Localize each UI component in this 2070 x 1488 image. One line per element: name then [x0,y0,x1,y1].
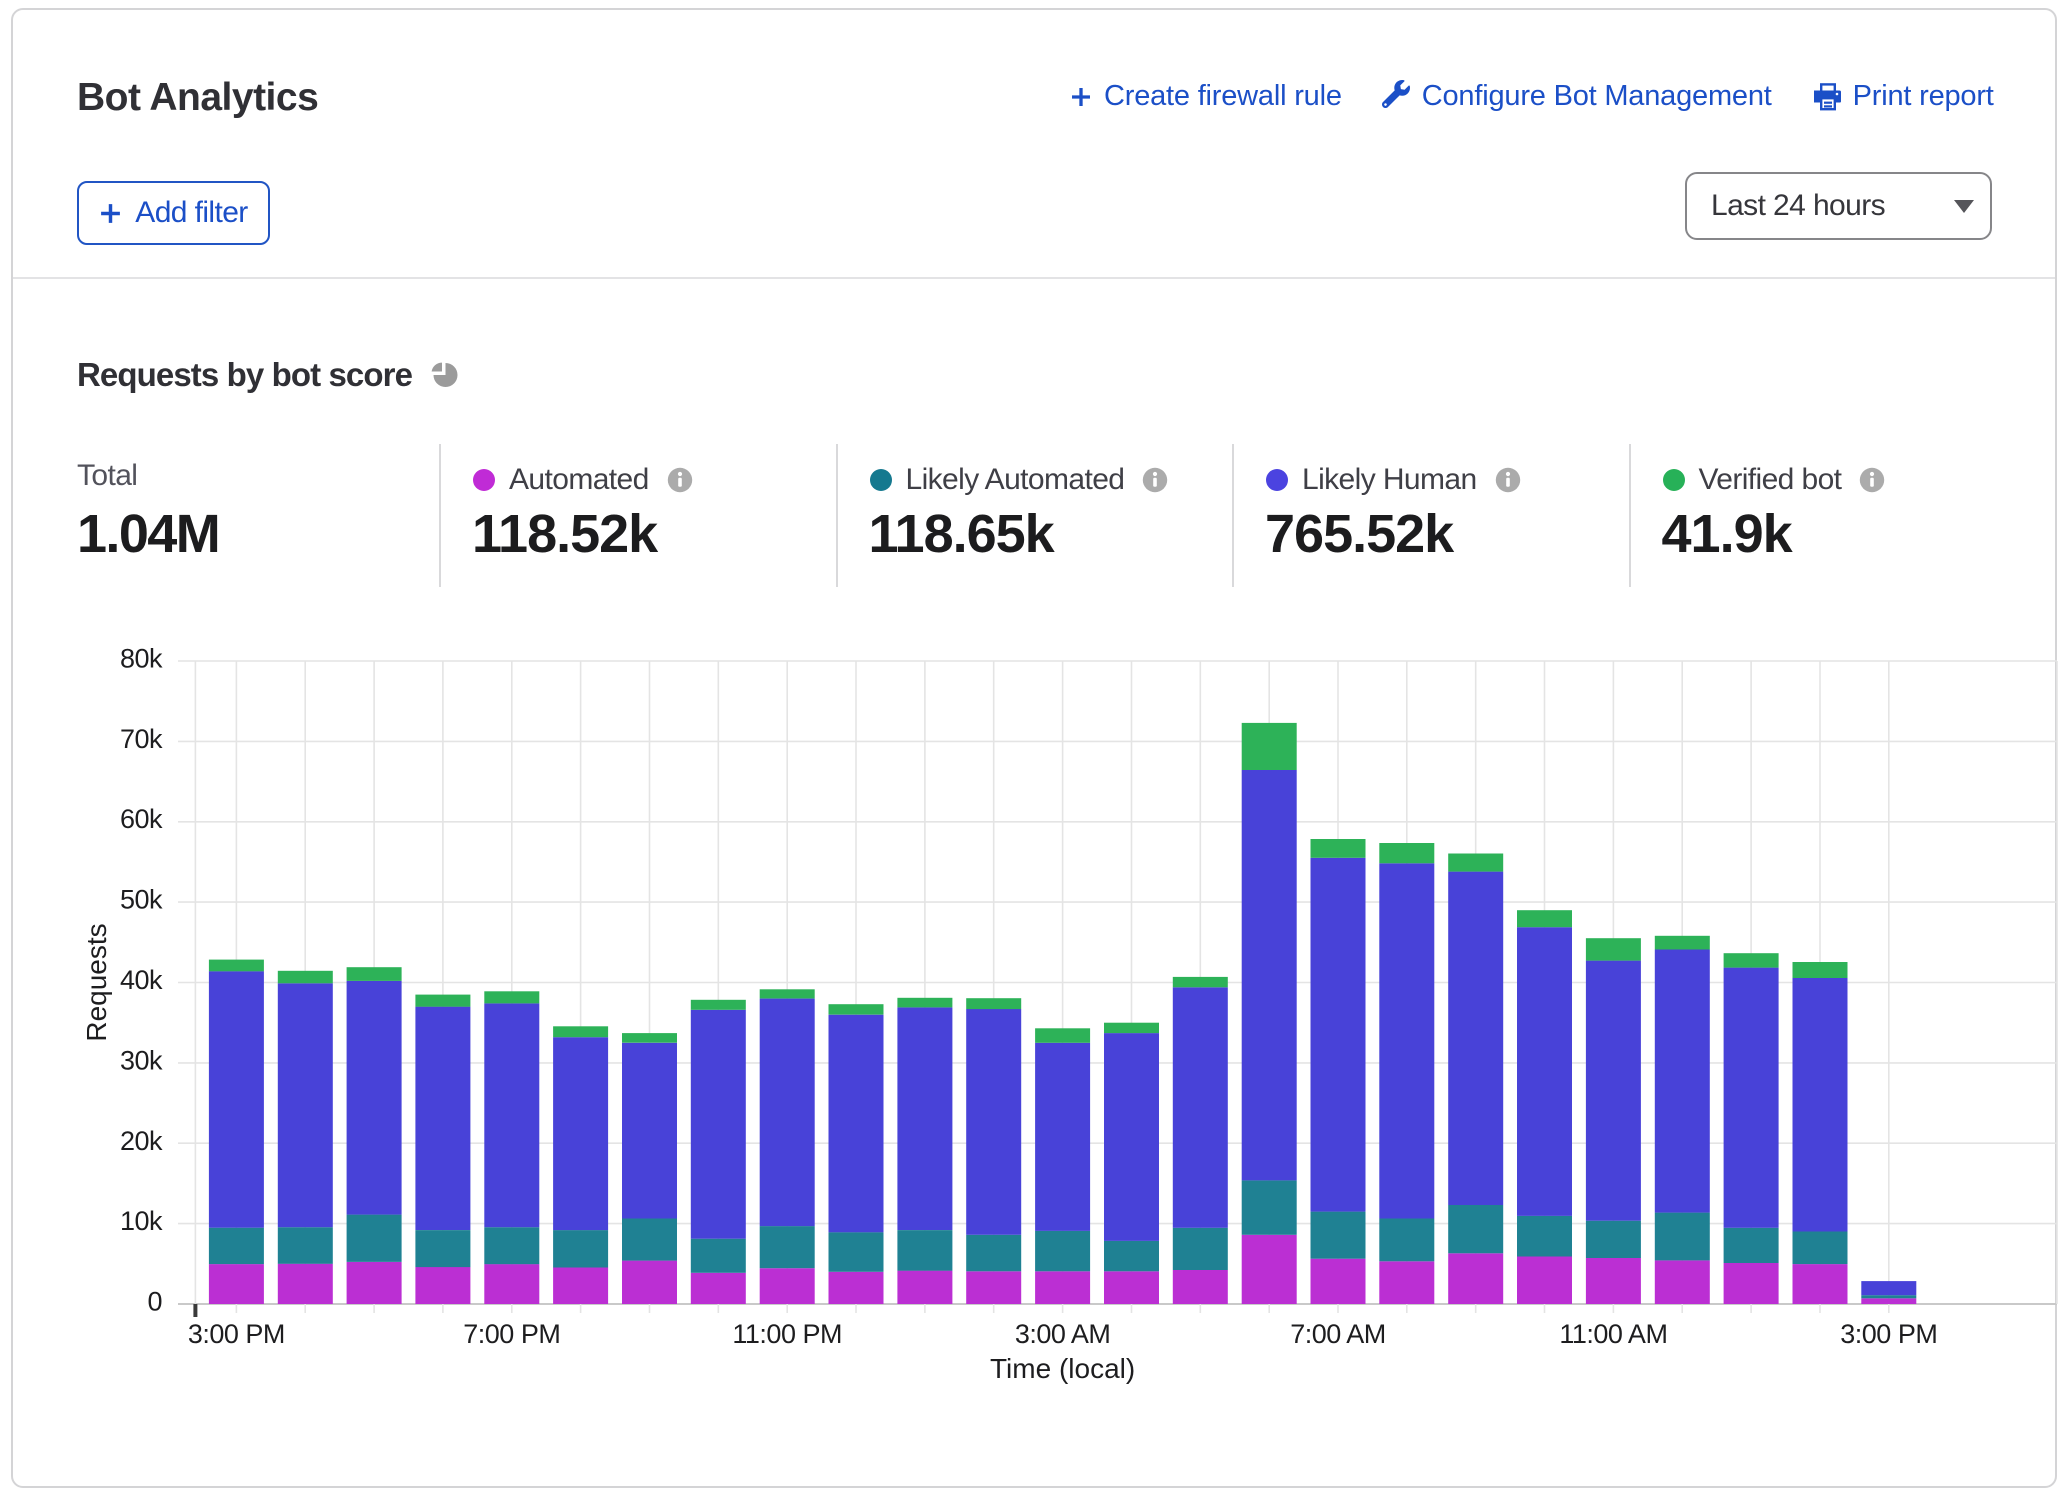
svg-text:50k: 50k [120,885,163,915]
svg-text:11:00 AM: 11:00 AM [1559,1319,1667,1349]
svg-text:7:00 AM: 7:00 AM [1290,1319,1386,1349]
svg-text:80k: 80k [120,644,163,674]
svg-text:Requests: Requests [81,923,112,1041]
svg-text:10k: 10k [120,1206,163,1236]
svg-text:7:00 PM: 7:00 PM [463,1319,560,1349]
svg-text:40k: 40k [120,965,163,995]
svg-text:Time (local): Time (local) [990,1353,1135,1384]
svg-text:30k: 30k [120,1045,163,1075]
svg-text:60k: 60k [120,804,163,834]
svg-text:70k: 70k [120,724,163,754]
svg-text:3:00 PM: 3:00 PM [188,1319,285,1349]
svg-text:11:00 PM: 11:00 PM [732,1319,842,1349]
svg-text:20k: 20k [120,1126,163,1156]
svg-text:3:00 PM: 3:00 PM [1840,1319,1937,1349]
svg-text:3:00 AM: 3:00 AM [1015,1319,1111,1349]
svg-text:0: 0 [147,1287,162,1317]
